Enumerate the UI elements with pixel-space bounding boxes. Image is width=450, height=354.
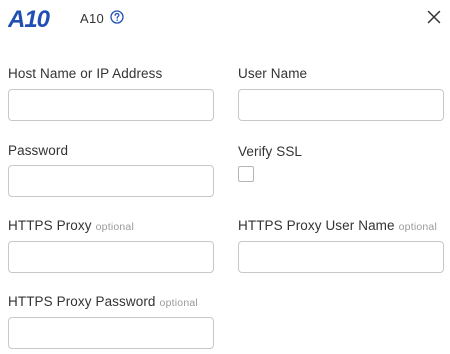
https-proxy-user-name-label: HTTPS Proxy User Name optional: [238, 218, 437, 233]
host-label: Host Name or IP Address: [8, 66, 162, 81]
user-name-label: User Name: [238, 66, 307, 81]
user-name-input[interactable]: [238, 89, 444, 121]
https-proxy-password-input[interactable]: [8, 317, 214, 349]
https-proxy-password-optional-hint: optional: [159, 297, 198, 309]
password-label-text: Password: [8, 143, 69, 158]
a10-logo: A10: [8, 6, 52, 31]
host-label-text: Host Name or IP Address: [8, 66, 163, 81]
https-proxy-optional-hint: optional: [95, 221, 135, 233]
https-proxy-user-name-input[interactable]: [238, 241, 444, 273]
user-name-label-text: User Name: [238, 66, 308, 81]
https-proxy-input[interactable]: [8, 241, 214, 273]
https-proxy-password-label-text: HTTPS Proxy Password: [8, 294, 156, 309]
verify-ssl-label: Verify SSL: [238, 144, 302, 159]
https-proxy-password-label: HTTPS Proxy Password optional: [8, 294, 198, 309]
verify-ssl-checkbox[interactable]: [238, 166, 254, 182]
close-icon[interactable]: [427, 10, 441, 24]
host-input[interactable]: [8, 89, 214, 121]
help-circle-icon[interactable]: [110, 10, 124, 24]
password-label: Password: [8, 143, 68, 158]
https-proxy-label: HTTPS Proxy optional: [8, 218, 134, 233]
https-proxy-user-name-label-text: HTTPS Proxy User Name: [238, 218, 395, 233]
svg-text:A10: A10: [8, 6, 51, 31]
app-name: A10: [80, 11, 105, 26]
password-input[interactable]: [8, 165, 214, 197]
integration-config-panel: A10 A10 Host Name or IP Address User Nam…: [0, 0, 450, 354]
https-proxy-user-name-optional-hint: optional: [398, 221, 438, 233]
https-proxy-label-text: HTTPS Proxy: [8, 218, 92, 233]
verify-ssl-label-text: Verify SSL: [238, 144, 303, 159]
